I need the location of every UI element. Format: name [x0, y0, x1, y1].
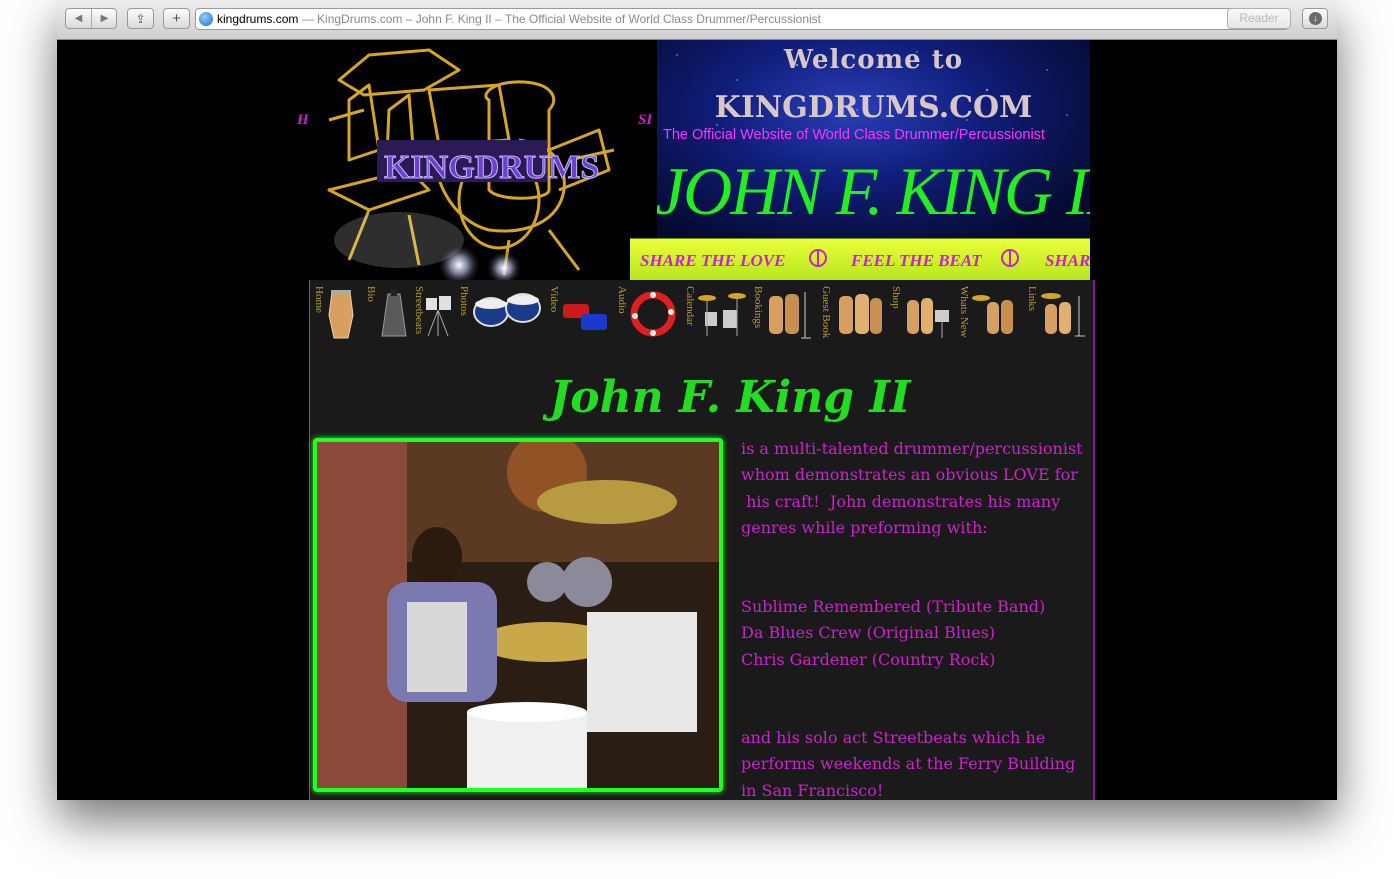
reader-button[interactable]: Reader [1227, 8, 1291, 29]
nav-item-video[interactable]: Video [545, 282, 613, 342]
logo-text: KINGDRUMS [384, 149, 599, 186]
back-icon[interactable]: ◀ [66, 9, 92, 28]
nav-item-calendar[interactable]: Calendar [681, 282, 749, 342]
marquee-item: FEEL THE BEAT [851, 251, 982, 270]
nav-label: Whats New [958, 286, 970, 338]
nav-label: Home [313, 286, 325, 313]
band-item: Chris Gardener (Country Rock) [741, 649, 996, 669]
peace-icon [1001, 249, 1019, 267]
intro-line: his craft! John demonstrates his many [741, 491, 1061, 511]
nav-label: Shop [890, 286, 902, 309]
bongos-icon [473, 293, 541, 327]
nav-label: Links [1026, 286, 1038, 312]
conga-set-icon [769, 292, 811, 339]
url-page-title: — KingDrums.com – John F. King II – The … [298, 12, 821, 26]
marquee-item: SHARE THE LOVE [640, 251, 786, 270]
bongos-icon [426, 296, 451, 337]
main-panel: Home Bio Streetbeats Photos Video Audio … [309, 280, 1095, 800]
drum-kit-icon [698, 293, 746, 336]
nav-label: Photos [458, 286, 470, 316]
back-forward-buttons: ◀ ▶ [65, 8, 117, 29]
marquee-item: SHAR [1045, 251, 1090, 270]
intro-paragraph: is a multi-talented drummer/percussionis… [741, 436, 1083, 542]
solo-paragraph: and his solo act Streetbeats which he pe… [741, 725, 1075, 800]
new-tab-button[interactable]: + [163, 8, 190, 29]
nav-label: Calendar [684, 286, 696, 326]
plus-icon: + [172, 10, 181, 27]
band-item: Da Blues Crew (Original Blues) [741, 623, 996, 643]
instrument-nav: Home Bio Streetbeats Photos Video Audio … [310, 282, 1093, 344]
solo-line: and his solo act Streetbeats which he [741, 728, 1046, 747]
solo-line: performs weekends at the Ferry Building [741, 754, 1076, 774]
welcome-banner: Welcome to KINGDRUMS.COM The Official We… [657, 40, 1090, 238]
peace-icon [809, 249, 827, 267]
jam-block-icon [563, 304, 607, 330]
welcome-line-2: KINGDRUMS.COM [714, 90, 1033, 125]
band-item: Sublime Remembered (Tribute Band) [741, 597, 1046, 616]
tambourine-icon [630, 291, 676, 337]
conga-set-icon [839, 294, 882, 334]
nav-item-links[interactable]: Links [1023, 282, 1093, 342]
band-list: Sublime Remembered (Tribute Band) Da Blu… [741, 594, 1045, 673]
downloads-button[interactable]: ↓ [1302, 8, 1328, 29]
url-domain: kingdrums.com [217, 12, 299, 26]
nav-item-streetbeats[interactable]: Streetbeats [410, 282, 455, 342]
nav-label: Bookings [752, 286, 764, 329]
globe-icon [199, 12, 213, 26]
welcome-line-1: Welcome to [783, 45, 964, 75]
nav-item-shop[interactable]: Shop [887, 282, 955, 342]
cowbell-icon [381, 290, 407, 337]
conga-icon [328, 290, 354, 339]
drum-kit-logo-graphic: KINGDRUMS [327, 48, 615, 280]
nav-item-whats-new[interactable]: Whats New [955, 282, 1023, 342]
share-button[interactable]: ⇪ [127, 8, 154, 29]
address-bar[interactable]: kingdrums.com — KingDrums.com – John F. … [195, 8, 1289, 30]
intro-line: whom demonstrates an obvious LOVE for [741, 465, 1078, 485]
scrolling-marquee: SHARE THE LOVE FEEL THE BEAT SHAR [630, 238, 1090, 281]
page-title: John F. King II [549, 372, 911, 423]
nav-item-bio[interactable]: Bio [362, 282, 410, 342]
intro-line: genres while preforming with: [741, 518, 988, 538]
nav-item-audio[interactable]: Audio [613, 282, 681, 342]
kingdrums-logo[interactable]: KINGDRUMS [309, 40, 629, 280]
artist-name-banner: JOHN F. KING II [657, 153, 1090, 229]
forward-icon[interactable]: ▶ [92, 9, 117, 28]
nav-label: Audio [616, 286, 628, 314]
nav-item-guest-book[interactable]: Guest Book [817, 282, 887, 342]
nav-label: Bio [365, 286, 377, 302]
drum-kit-icon [907, 298, 949, 338]
nav-label: Video [548, 286, 560, 313]
browser-window: ◀ ▶ ⇪ + kingdrums.com — KingDrums.com – … [57, 0, 1337, 800]
marquee-fragment-left: H [297, 112, 309, 128]
nav-item-bookings[interactable]: Bookings [749, 282, 817, 342]
artist-photo [313, 438, 723, 792]
conga-set-icon [972, 295, 1013, 334]
drum-kit-icon [1041, 293, 1085, 337]
intro-line: is a multi-talented drummer/percussionis… [741, 439, 1083, 458]
address-text: kingdrums.com — KingDrums.com – John F. … [217, 12, 821, 26]
nav-label: Guest Book [820, 286, 832, 339]
nav-item-photos[interactable]: Photos [455, 282, 545, 342]
tagline: The Official Website of World Class Drum… [663, 127, 1045, 143]
browser-toolbar: ◀ ▶ ⇪ + kingdrums.com — KingDrums.com – … [57, 0, 1337, 40]
download-icon: ↓ [1309, 12, 1322, 25]
solo-line: in San Francisco! [741, 780, 884, 800]
marquee-fragment-right: SI [638, 112, 653, 128]
share-icon: ⇪ [135, 11, 146, 26]
nav-item-home[interactable]: Home [310, 282, 362, 342]
page-content: H SI KINGDRUMS Welcome to KINGDRUMS.COM … [57, 40, 1337, 800]
drummer-photo-graphic [317, 442, 719, 788]
